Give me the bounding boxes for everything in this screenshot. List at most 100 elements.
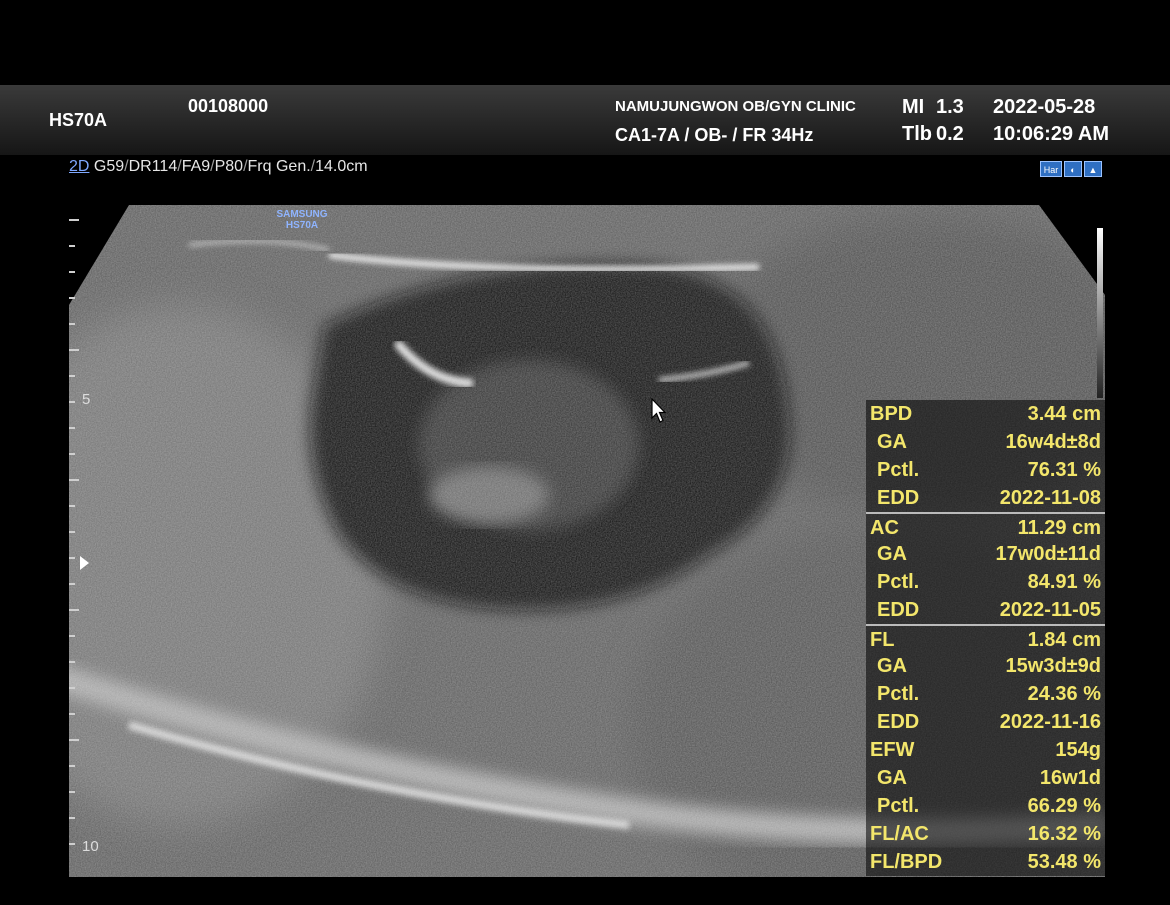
measurement-row[interactable]: AC 11.29 cm (866, 512, 1105, 540)
scan-param-depth: 14.0cm (315, 158, 368, 175)
measurement-value: 84.91 % (1027, 571, 1101, 593)
measurement-row[interactable]: EDD 2022-11-05 (866, 596, 1105, 624)
depth-tick (69, 323, 75, 325)
depth-tick (69, 297, 75, 299)
measurement-value: 2022-11-05 (999, 599, 1101, 621)
measurement-label: EDD (877, 711, 920, 733)
depth-tick (69, 453, 75, 455)
scan-param-gain: G59 (93, 158, 125, 175)
scan-mode[interactable]: 2D (69, 158, 89, 175)
depth-tick (69, 505, 75, 507)
measurement-label: EFW (870, 739, 915, 761)
measurement-label: Pctl. (877, 683, 920, 705)
scan-param-frequency: Frq Gen. (247, 158, 311, 175)
measurement-row[interactable]: GA 17w0d±11d (866, 540, 1105, 568)
measurement-value: 53.48 % (1027, 851, 1101, 873)
logo-line-model: HS70A (285, 220, 319, 231)
depth-tick (69, 843, 75, 845)
mode-icon: ▲ (1084, 161, 1102, 177)
measurement-row[interactable]: Pctl. 84.91 % (866, 568, 1105, 596)
measurement-label: GA (877, 543, 907, 565)
mi-value: 1.3 (936, 96, 964, 118)
depth-tick (69, 687, 75, 689)
measurement-label: Pctl. (877, 795, 920, 817)
logo-line-brand: SAMSUNG (276, 209, 328, 220)
depth-tick (69, 245, 75, 247)
measurement-row[interactable]: FL/AC 16.32 % (866, 820, 1105, 848)
measurement-value: 24.36 % (1027, 683, 1101, 705)
measurement-value: 1.84 cm (1027, 629, 1101, 651)
measurement-value: 17w0d±11d (995, 543, 1101, 565)
measurement-value: 66.29 % (1027, 795, 1101, 817)
measurement-value: 11.29 cm (1017, 517, 1101, 539)
measurement-row[interactable]: Pctl. 24.36 % (866, 680, 1105, 708)
exam-time: 10:06:29 AM (993, 123, 1109, 145)
measurement-row[interactable]: Pctl. 66.29 % (866, 792, 1105, 820)
measurement-value: 15w3d±9d (1005, 655, 1101, 677)
focus-marker-icon[interactable] (80, 556, 89, 570)
depth-scale (0, 205, 79, 877)
depth-tick (69, 479, 79, 481)
header-bar: HS70A 00108000 NAMUJUNGWON OB/GYN CLINIC… (0, 85, 1170, 155)
probe-info: CA1-7A / OB- / FR 34Hz (615, 125, 814, 145)
patient-id: 00108000 (188, 96, 269, 116)
samsung-logo: SAMSUNG HS70A (268, 209, 336, 231)
measurement-value: 16w1d (1039, 767, 1101, 789)
device-model: HS70A (49, 110, 108, 130)
tib-label: Tlb (902, 123, 932, 145)
depth-tick (69, 531, 75, 533)
measurement-row[interactable]: GA 16w1d (866, 764, 1105, 792)
measurement-value: 154g (1055, 739, 1101, 761)
depth-tick (69, 427, 75, 429)
depth-label-10: 10 (82, 838, 99, 855)
depth-tick (69, 375, 75, 377)
measurement-panel: BPD 3.44 cm GA 16w4d±8d Pctl. 76.31 % EDD 2022-… (866, 400, 1105, 876)
scan-param-power: P80 (214, 158, 244, 175)
measurement-row[interactable]: EFW 154g (866, 736, 1105, 764)
status-icons: Har ◐ ▲ (1040, 161, 1102, 177)
measurement-row[interactable]: Pctl. 76.31 % (866, 456, 1105, 484)
measurement-label: GA (877, 655, 907, 677)
mouse-cursor-icon (651, 398, 667, 423)
measurement-label: EDD (877, 487, 920, 509)
measurement-row[interactable]: FL/BPD 53.48 % (866, 848, 1105, 876)
tib-value: 0.2 (936, 123, 964, 145)
measurement-value: 2022-11-08 (999, 487, 1101, 509)
depth-tick (69, 271, 75, 273)
measurement-row[interactable]: EDD 2022-11-08 (866, 484, 1105, 512)
measurement-value: 2022-11-16 (999, 711, 1101, 733)
measurement-label: EDD (877, 599, 920, 621)
measurement-label: AC (870, 517, 899, 539)
measurement-value: 16w4d±8d (1005, 431, 1101, 453)
scan-parameters: 2D G59/DR114/FA9/P80/Frq Gen./14.0cm (69, 158, 368, 175)
depth-tick (69, 609, 79, 611)
measurement-label: Pctl. (877, 571, 920, 593)
measurement-value: 16.32 % (1027, 823, 1101, 845)
measurement-label: GA (877, 431, 907, 453)
measurement-row[interactable]: BPD 3.44 cm (866, 400, 1105, 428)
measurement-label: FL/AC (870, 823, 929, 845)
harmonic-icon: Har (1040, 161, 1062, 177)
depth-tick (69, 713, 75, 715)
depth-tick (69, 661, 75, 663)
measurement-row[interactable]: FL 1.84 cm (866, 624, 1105, 652)
fetal-icon: ◐ (1064, 161, 1082, 177)
measurement-row[interactable]: EDD 2022-11-16 (866, 708, 1105, 736)
measurement-label: GA (877, 767, 907, 789)
depth-tick (69, 635, 75, 637)
measurement-row[interactable]: GA 15w3d±9d (866, 652, 1105, 680)
measurement-label: FL/BPD (870, 851, 943, 873)
depth-tick (69, 739, 79, 741)
exam-date: 2022-05-28 (993, 96, 1096, 118)
clinic-name: NAMUJUNGWON OB/GYN CLINIC (615, 98, 856, 115)
depth-tick (69, 583, 75, 585)
measurement-label: Pctl. (877, 459, 920, 481)
depth-tick (69, 791, 75, 793)
measurement-value: 76.31 % (1027, 459, 1101, 481)
depth-tick (69, 349, 79, 351)
depth-tick (69, 557, 75, 559)
measurement-row[interactable]: GA 16w4d±8d (866, 428, 1105, 456)
depth-tick (69, 765, 75, 767)
grayscale-bar (1097, 228, 1103, 398)
scan-param-frame-average: FA9 (181, 158, 211, 175)
